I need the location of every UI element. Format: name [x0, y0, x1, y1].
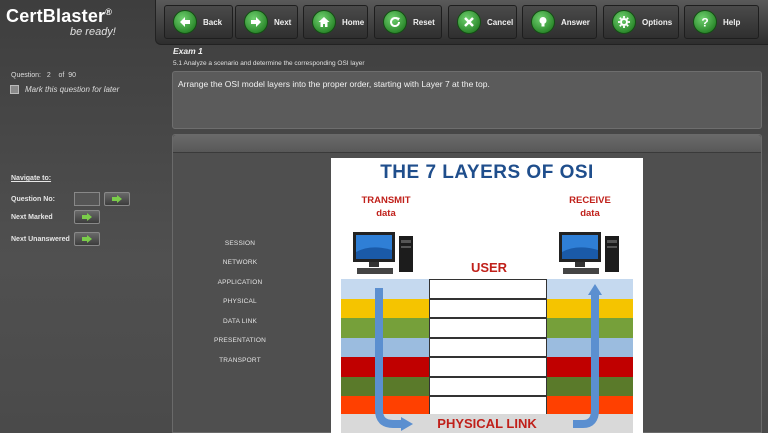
- options-button[interactable]: Options: [603, 5, 679, 39]
- question-no-input[interactable]: [74, 192, 100, 206]
- physical-link-label: PHYSICAL LINK: [437, 416, 537, 431]
- home-icon: [312, 10, 336, 34]
- drop-slot-layer-4[interactable]: [429, 337, 547, 357]
- cancel-button[interactable]: Cancel: [448, 5, 517, 39]
- answer-panel-header: [173, 135, 761, 153]
- question-no-label: Question No:: [11, 196, 55, 203]
- computer-icon: [559, 232, 619, 274]
- next-unanswered-button[interactable]: [74, 232, 100, 246]
- arrow-right-icon: [82, 235, 92, 243]
- drop-slot-layer-3[interactable]: [429, 357, 547, 377]
- goto-question-button[interactable]: [104, 192, 130, 206]
- osi-diagram: THE 7 LAYERS OF OSI TRANSMIT data RECEIV…: [331, 158, 643, 433]
- next-unanswered-label: Next Unanswered: [11, 236, 70, 243]
- navigate-title: Navigate to:: [11, 175, 52, 182]
- exam-title: Exam 1: [173, 46, 203, 56]
- question-icon: ?: [693, 10, 717, 34]
- gear-icon: [612, 10, 636, 34]
- svg-text:?: ?: [701, 16, 708, 30]
- receive-label: RECEIVE data: [569, 195, 611, 219]
- diagram-title: THE 7 LAYERS OF OSI: [380, 162, 594, 183]
- choice-session[interactable]: SESSION: [190, 240, 290, 247]
- mark-later-checkbox[interactable]: Mark this question for later: [10, 85, 119, 94]
- arrow-right-icon: [112, 195, 122, 203]
- arrow-right-icon: [244, 10, 268, 34]
- logo-name: CertBlaster®: [6, 6, 113, 26]
- next-marked-button[interactable]: [74, 210, 100, 224]
- next-button[interactable]: Next: [235, 5, 298, 39]
- checkbox[interactable]: [10, 85, 19, 94]
- user-label: USER: [470, 260, 508, 275]
- choice-physical[interactable]: PHYSICAL: [190, 298, 290, 305]
- computer-icon: [353, 232, 413, 274]
- drop-slot-layer-5[interactable]: [429, 318, 547, 338]
- drop-slot-layer-6[interactable]: [429, 298, 547, 318]
- answer-button[interactable]: Answer: [522, 5, 597, 39]
- objective-text: 5.1 Analyze a scenario and determine the…: [173, 60, 365, 67]
- drop-slot-layer-7[interactable]: [429, 279, 547, 299]
- home-button[interactable]: Home: [303, 5, 368, 39]
- choice-network[interactable]: NETWORK: [190, 259, 290, 266]
- drop-slot-layer-2[interactable]: [429, 376, 547, 396]
- reset-icon: [383, 10, 407, 34]
- choice-data-link[interactable]: DATA LINK: [190, 318, 290, 325]
- close-icon: [457, 10, 481, 34]
- next-marked-label: Next Marked: [11, 214, 53, 221]
- help-button[interactable]: ? Help: [684, 5, 759, 39]
- question-counter: Question: 2 of 90: [11, 72, 77, 79]
- back-button[interactable]: Back: [164, 5, 233, 39]
- question-text: Arrange the OSI model layers into the pr…: [178, 79, 490, 89]
- lightbulb-icon: [531, 10, 555, 34]
- question-box: Arrange the OSI model layers into the pr…: [172, 71, 762, 129]
- reset-button[interactable]: Reset: [374, 5, 442, 39]
- choice-application[interactable]: APPLICATION: [190, 279, 290, 286]
- arrow-left-icon: [173, 10, 197, 34]
- drop-slot-layer-1[interactable]: [429, 396, 547, 416]
- arrow-right-icon: [82, 213, 92, 221]
- logo-tagline: be ready!: [70, 26, 116, 38]
- toolbar: Back Next Home Reset Cancel Answer Optio…: [155, 0, 768, 45]
- choice-presentation[interactable]: PRESENTATION: [190, 337, 290, 344]
- transmit-label: TRANSMIT data: [361, 195, 411, 219]
- certblaster-logo: CertBlaster® be ready!: [6, 6, 156, 42]
- app-window: CertBlaster® be ready! Back Next Home Re…: [0, 0, 768, 433]
- choice-transport[interactable]: TRANSPORT: [190, 357, 290, 364]
